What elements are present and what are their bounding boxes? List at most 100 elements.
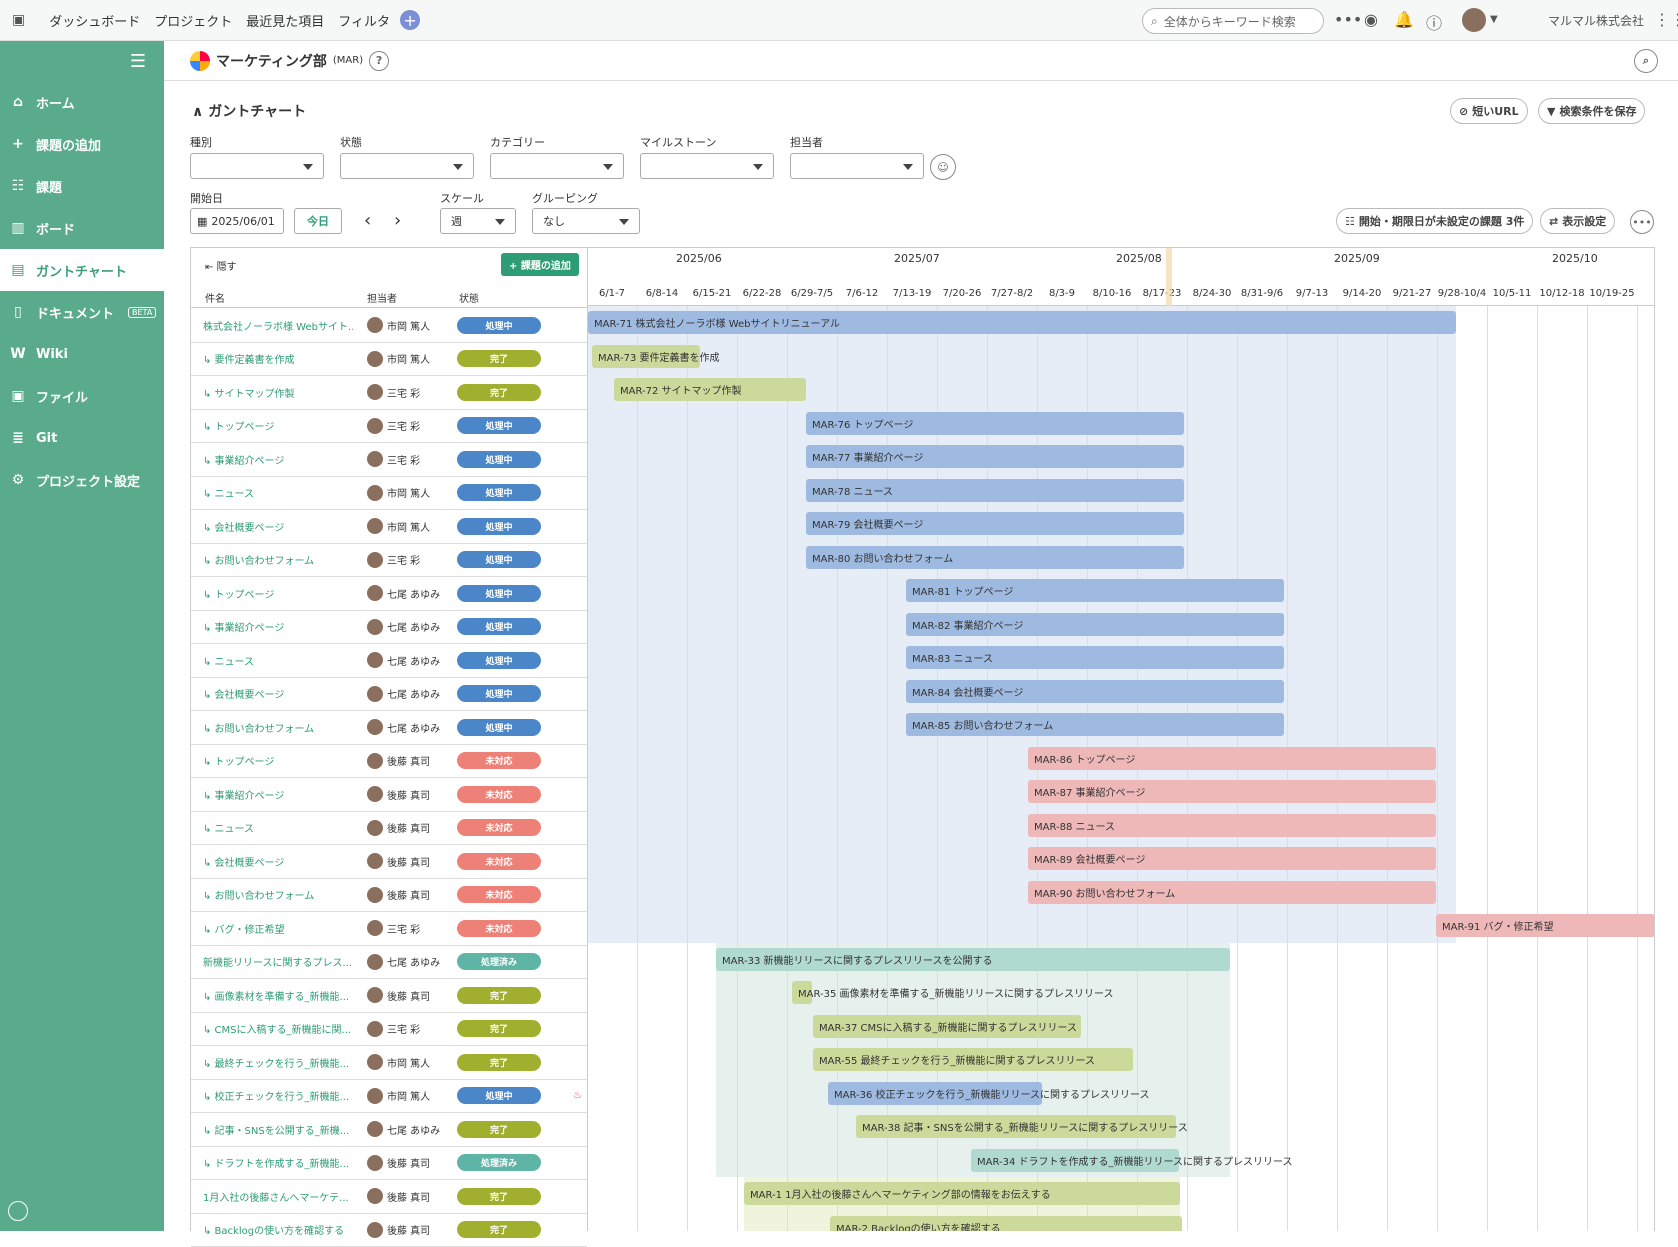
issue-link[interactable]: 株式会社ノーラボ様 Webサイト... [203,318,353,333]
status-badge[interactable]: 完了 [457,1020,541,1037]
status-badge[interactable]: 完了 [457,1188,541,1205]
status-badge[interactable]: 未対応 [457,853,541,870]
help-icon[interactable]: ⓘ [1426,10,1442,34]
status-badge[interactable]: 処理中 [457,685,541,702]
bell-icon[interactable]: 🔔 [1394,10,1414,29]
sidebar-item-issues[interactable]: ☷課題 [0,165,164,207]
issue-link[interactable]: ↳ お問い合わせフォーム [203,887,353,902]
status-badge[interactable]: 完了 [457,384,541,401]
table-row[interactable]: ↳ 校正チェックを行う_新機能...市岡 篤人処理中♨ [191,1080,587,1114]
table-row[interactable]: ↳ 最終チェックを行う_新機能...市岡 篤人完了 [191,1046,587,1080]
table-row[interactable]: ↳ 会社概要ページ七尾 あゆみ処理中 [191,678,587,712]
gantt-bar[interactable]: MAR-81 トップページ [906,579,1284,602]
chevron-down-icon[interactable]: ▼ [1490,14,1498,25]
issue-link[interactable]: ↳ CMSに入稿する_新機能に関... [203,1021,353,1036]
gantt-bar[interactable]: MAR-76 トップページ [806,412,1184,435]
gantt-bar[interactable]: MAR-80 お問い合わせフォーム [806,546,1184,569]
sidebar-item-git[interactable]: ≣Git [0,417,164,459]
status-badge[interactable]: 完了 [457,1121,541,1138]
sidebar-item-document[interactable]: ▯ドキュメントBETA [0,291,164,333]
status-badge[interactable]: 未対応 [457,819,541,836]
table-row[interactable]: ↳ 会社概要ページ市岡 篤人処理中 [191,510,587,544]
nav-recent[interactable]: 最近見た項目 [246,11,324,30]
status-select[interactable] [340,153,474,179]
issue-link[interactable]: ↳ トップページ [203,418,353,433]
table-row[interactable]: ↳ CMSに入稿する_新機能に関...三宅 彩完了 [191,1013,587,1047]
issue-link[interactable]: ↳ 校正チェックを行う_新機能... [203,1088,353,1103]
gantt-bar[interactable]: MAR-35 画像素材を準備する_新機能リリースに関するプレスリリース [792,981,812,1004]
status-badge[interactable]: 処理中 [457,417,541,434]
sidebar-item-gantt[interactable]: ▤ガントチャート [0,249,164,291]
sidebar-item-home[interactable]: ⌂ホーム [0,81,164,123]
issue-link[interactable]: 1月入社の後藤さんへマーケテ... [203,1189,353,1204]
backlog-logo-icon[interactable]: ▣ [12,12,25,28]
page-title[interactable]: ∧ ガントチャート [192,101,306,121]
table-row[interactable]: ↳ お問い合わせフォーム七尾 あゆみ処理中 [191,711,587,745]
issue-link[interactable]: ↳ 要件定義書を作成 [203,351,353,366]
gantt-bar[interactable]: MAR-37 CMSに入稿する_新機能に関するプレスリリース [813,1015,1081,1038]
table-row[interactable]: ↳ サイトマップ作製三宅 彩完了 [191,376,587,410]
gantt-bar[interactable]: MAR-91 バグ・修正希望 [1436,914,1655,937]
status-badge[interactable]: 未対応 [457,786,541,803]
status-badge[interactable]: 処理中 [457,618,541,635]
unset-issues-button[interactable]: ☷開始・期限日が未設定の課題 3件 [1336,208,1533,234]
status-badge[interactable]: 処理済み [457,1154,541,1171]
issue-link[interactable]: ↳ Backlogの使い方を確認する [203,1222,353,1237]
issue-link[interactable]: ↳ 事業紹介ページ [203,619,353,634]
issue-link[interactable]: ↳ 会社概要ページ [203,519,353,534]
help-icon[interactable]: ? [369,51,389,71]
nav-projects[interactable]: プロジェクト [154,11,232,30]
gantt-bar[interactable]: MAR-82 事業紹介ページ [906,613,1284,636]
gantt-bar[interactable]: MAR-83 ニュース [906,646,1284,669]
table-row[interactable]: ↳ Backlogの使い方を確認する後藤 真司完了 [191,1214,587,1247]
status-badge[interactable]: 未対応 [457,920,541,937]
issue-link[interactable]: ↳ 記事・SNSを公開する_新機... [203,1122,353,1137]
gantt-bar[interactable]: MAR-86 トップページ [1028,747,1436,770]
status-badge[interactable]: 処理済み [457,953,541,970]
more-icon[interactable]: ••• [1334,10,1362,29]
apps-grid-icon[interactable]: ⋮⋮ [1654,10,1678,29]
issue-link[interactable]: ↳ バグ・修正希望 [203,921,353,936]
gantt-bar[interactable]: MAR-73 要件定義書を作成 [592,345,700,368]
issue-link[interactable]: ↳ ニュース [203,653,353,668]
gantt-bar[interactable]: MAR-55 最終チェックを行う_新機能に関するプレスリリース [813,1048,1133,1071]
table-row[interactable]: ↳ ニュース後藤 真司未対応 [191,812,587,846]
table-row[interactable]: ↳ トップページ七尾 あゆみ処理中 [191,577,587,611]
status-badge[interactable]: 完了 [457,350,541,367]
gantt-bar[interactable]: MAR-36 校正チェックを行う_新機能リリースに関するプレスリリース [828,1082,1042,1105]
chat-icon[interactable] [8,1201,28,1221]
status-badge[interactable]: 処理中 [457,518,541,535]
status-badge[interactable]: 処理中 [457,1087,541,1104]
gantt-bar[interactable]: MAR-1 1月入社の後藤さんへマーケティング部の情報をお伝えする [744,1182,1180,1205]
sidebar-item-settings[interactable]: ⚙プロジェクト設定 [0,459,164,501]
status-badge[interactable]: 処理中 [457,652,541,669]
table-row[interactable]: ↳ お問い合わせフォーム三宅 彩処理中 [191,544,587,578]
watch-icon[interactable]: ◉ [1364,10,1378,29]
table-row[interactable]: 1月入社の後藤さんへマーケテ...後藤 真司完了 [191,1180,587,1214]
status-badge[interactable]: 未対応 [457,886,541,903]
status-badge[interactable]: 未対応 [457,752,541,769]
table-row[interactable]: ↳ 事業紹介ページ三宅 彩処理中 [191,443,587,477]
gantt-bar[interactable]: MAR-33 新機能リリースに関するプレスリリースを公開する [716,948,1230,971]
status-badge[interactable]: 完了 [457,987,541,1004]
menu-toggle-icon[interactable]: ☰ [0,41,164,81]
table-row[interactable]: ↳ トップページ後藤 真司未対応 [191,745,587,779]
table-row[interactable]: ↳ 要件定義書を作成市岡 篤人完了 [191,343,587,377]
table-row[interactable]: ↳ 会社概要ページ後藤 真司未対応 [191,845,587,879]
table-row[interactable]: ↳ 事業紹介ページ後藤 真司未対応 [191,778,587,812]
status-badge[interactable]: 処理中 [457,317,541,334]
issue-link[interactable]: ↳ ニュース [203,485,353,500]
table-row[interactable]: 新機能リリースに関するプレス...七尾 あゆみ処理済み [191,946,587,980]
sidebar-item-file[interactable]: ▣ファイル [0,375,164,417]
status-badge[interactable]: 完了 [457,1054,541,1071]
gantt-bar[interactable]: MAR-87 事業紹介ページ [1028,780,1436,803]
status-badge[interactable]: 完了 [457,1221,541,1238]
type-select[interactable] [190,153,324,179]
sidebar-item-wiki[interactable]: WWiki [0,333,164,375]
status-badge[interactable]: 処理中 [457,719,541,736]
gantt-bar[interactable]: MAR-84 会社概要ページ [906,680,1284,703]
issue-link[interactable]: ↳ 最終チェックを行う_新機能... [203,1055,353,1070]
milestone-select[interactable] [640,153,774,179]
search-icon[interactable]: ⌕ [1634,49,1658,73]
issue-link[interactable]: ↳ サイトマップ作製 [203,385,353,400]
